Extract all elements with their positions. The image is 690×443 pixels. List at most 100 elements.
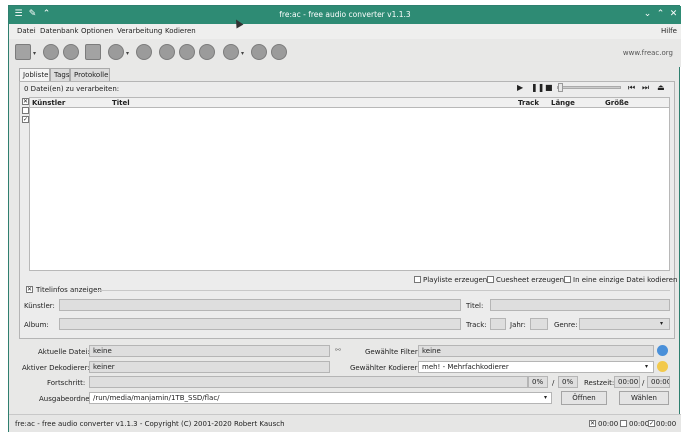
progress-bar-1 [89, 376, 528, 388]
track-field[interactable] [490, 318, 506, 330]
menu-bar: Datei Datenbank Optionen Verarbeitung Ko… [9, 24, 681, 39]
album-field[interactable] [59, 318, 461, 330]
filter-icon[interactable] [179, 44, 195, 60]
stop-icon[interactable]: ■ [545, 83, 553, 92]
seek-slider[interactable] [557, 86, 621, 89]
single-file-checkbox[interactable] [564, 276, 571, 283]
progress-pct-2: 0% [558, 376, 578, 388]
tab-jobliste[interactable]: Jobliste [19, 68, 50, 82]
timer-checkbox-2[interactable] [620, 420, 627, 427]
menu-datenbank[interactable]: Datenbank [40, 27, 78, 35]
seek-handle[interactable] [558, 83, 563, 92]
timer-1: 00:00 [598, 420, 619, 428]
title-label: Titel: [466, 302, 484, 310]
eject-icon[interactable]: ⏏ [657, 83, 665, 92]
website-link[interactable]: www.freac.org [623, 49, 673, 57]
cdplayer-icon[interactable] [136, 44, 152, 60]
add-files-icon[interactable] [15, 44, 31, 60]
stop-icon[interactable] [271, 44, 287, 60]
current-file-field: keine [89, 345, 330, 357]
tools-icon[interactable] [159, 44, 175, 60]
column-size[interactable]: Größe [605, 99, 629, 107]
separator: / [552, 379, 555, 387]
year-field[interactable] [530, 318, 548, 330]
cuesheet-checkbox[interactable] [487, 276, 494, 283]
choose-button[interactable]: Wählen [619, 391, 669, 405]
status-text: fre:ac - free audio converter v1.1.3 - C… [15, 420, 285, 428]
joblist-body[interactable] [29, 108, 670, 271]
remaining-1: 00:00 [614, 376, 640, 388]
previous-track-icon[interactable]: ⏮ [628, 83, 635, 93]
output-folder-input[interactable]: /run/media/manjamin/1TB_SSD/flac/ [89, 392, 552, 404]
show-titleinfo-checkbox[interactable]: ✕ [26, 286, 33, 293]
cddb-query-icon[interactable] [63, 44, 79, 60]
playlist-checkbox[interactable] [414, 276, 421, 283]
menu-verarbeitung[interactable]: Verarbeitung [117, 27, 162, 35]
timer-checkbox-3[interactable]: ✓ [648, 420, 655, 427]
timer-2: 00:00 [629, 420, 650, 428]
filter-label: Gewählte Filter: [365, 348, 420, 356]
encoder-config-icon[interactable] [657, 361, 668, 372]
cuesheet-label: Cuesheet erzeugen [496, 276, 565, 284]
add-cd-icon[interactable] [43, 44, 59, 60]
column-title[interactable]: Titel [112, 99, 130, 107]
timer-checkbox-1[interactable]: ✕ [589, 420, 596, 427]
toolbar: ▾ ▾ ▾ www.freac.org [9, 39, 681, 67]
pause-icon[interactable] [251, 44, 267, 60]
play-icon[interactable]: ▶ [517, 83, 523, 92]
column-track[interactable]: Track [518, 99, 539, 107]
playlist-label: Playliste erzeugen [423, 276, 488, 284]
timer-3: 00:00 [656, 420, 677, 428]
genre-label: Genre: [554, 321, 578, 329]
play-icon[interactable] [223, 44, 239, 60]
chevron-down-icon[interactable]: ▾ [33, 50, 36, 57]
menu-kodieren[interactable]: Kodieren [165, 27, 196, 35]
show-titleinfo-label: Titelinfos anzeigen [36, 286, 102, 294]
minimize-icon[interactable]: ⌄ [642, 9, 653, 20]
decoder-label: Aktiver Dekodierer: [22, 364, 90, 372]
filter-field: keine [418, 345, 654, 357]
track-label: Track: [466, 321, 487, 329]
tab-protokolle[interactable]: Protokolle [70, 68, 110, 81]
joblist-header: Künstler Titel Track Länge Größe [29, 97, 670, 108]
pause-icon[interactable]: ❚❚ [531, 83, 544, 92]
single-file-label: In eine einzige Datei kodieren [573, 276, 678, 284]
chevron-down-icon[interactable]: ▾ [126, 50, 129, 57]
app-window: ☰ ✎ ⌃ fre:ac - free audio converter v1.1… [8, 5, 681, 432]
select-all-checkbox[interactable]: ✕ [22, 98, 29, 105]
select-none-checkbox[interactable] [22, 107, 29, 114]
column-length[interactable]: Länge [551, 99, 575, 107]
window-title: fre:ac - free audio converter v1.1.3 [279, 10, 411, 19]
next-track-icon[interactable]: ⏭ [642, 83, 649, 93]
separator: / [642, 379, 645, 387]
close-icon[interactable]: ✕ [668, 9, 679, 20]
gear-icon[interactable] [199, 44, 215, 60]
artist-field[interactable] [59, 299, 461, 311]
menu-datei[interactable]: Datei [17, 27, 36, 35]
link-icon: ⚯ [335, 346, 341, 354]
chevron-down-icon[interactable]: ▾ [544, 394, 547, 401]
clear-list-icon[interactable] [85, 44, 101, 60]
decoder-field: keiner [89, 361, 330, 373]
toggle-selection-checkbox[interactable]: ✓ [22, 116, 29, 123]
maximize-icon[interactable]: ⌃ [655, 9, 666, 20]
chevron-down-icon[interactable]: ▾ [645, 363, 648, 370]
album-label: Album: [24, 321, 49, 329]
title-bar[interactable]: ☰ ✎ ⌃ fre:ac - free audio converter v1.1… [9, 6, 681, 24]
menu-hilfe[interactable]: Hilfe [661, 27, 677, 35]
genre-select[interactable] [579, 318, 670, 330]
current-file-label: Aktuelle Datei: [38, 348, 90, 356]
output-label: Ausgabeordner: [39, 395, 95, 403]
chevron-down-icon[interactable]: ▾ [241, 50, 244, 57]
info-icon[interactable] [657, 345, 668, 356]
open-button[interactable]: Öffnen [561, 391, 607, 405]
database-icon[interactable] [108, 44, 124, 60]
encoder-select[interactable]: meh! - Mehrfachkodierer [418, 361, 654, 373]
title-field[interactable] [490, 299, 670, 311]
tab-tags[interactable]: Tags [50, 68, 70, 81]
menu-optionen[interactable]: Optionen [81, 27, 113, 35]
remaining-label: Restzeit: [584, 379, 615, 387]
year-label: Jahr: [510, 321, 526, 329]
chevron-down-icon[interactable]: ▾ [660, 320, 663, 327]
column-artist[interactable]: Künstler [32, 99, 65, 107]
